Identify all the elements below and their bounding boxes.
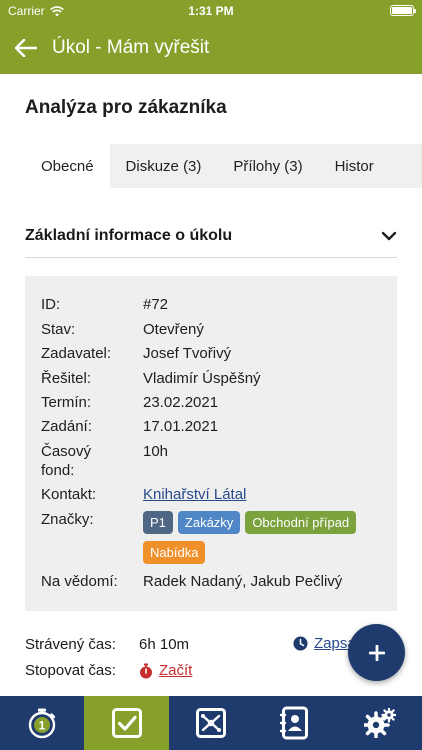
checkbox-icon: [111, 708, 142, 738]
track-time-row: Stopovat čas: Začít: [25, 662, 192, 679]
workflow-icon: [195, 708, 226, 738]
detail-label: Zadání:: [41, 418, 92, 435]
detail-label: Kontakt:: [41, 486, 97, 503]
detail-row-contact: Kontakt: Knihařství Látal: [41, 485, 246, 504]
back-button[interactable]: [0, 22, 52, 74]
detail-label: Termín:: [41, 394, 92, 411]
arrow-left-icon: [15, 39, 37, 57]
tag-list: P1 Zakázky Obchodní případ Nabídka: [143, 511, 383, 564]
nav-item-workflow[interactable]: [169, 696, 253, 750]
detail-label: Stav:: [41, 321, 76, 338]
detail-row-deadline: Termín: 23.02.2021: [41, 393, 218, 412]
contact-link[interactable]: Knihařství Látal: [143, 485, 246, 504]
detail-value: Radek Nadaný, Jakub Pečlivý: [143, 573, 343, 590]
detail-row-id: ID: #72: [41, 295, 168, 314]
spent-time-value: 6h 10m: [139, 636, 190, 653]
task-details-card: ID: #72 Stav: Otevřený Zadavatel: Josef …: [25, 276, 397, 611]
detail-label: Časový fond:: [41, 442, 143, 480]
detail-value: 23.02.2021: [143, 394, 219, 411]
plus-icon: [368, 644, 385, 661]
detail-label-line: Časový: [41, 443, 92, 460]
write-time-link[interactable]: Zapsa: [293, 635, 356, 652]
detail-label: Na vědomí:: [41, 573, 118, 590]
tag-badge: P1: [143, 511, 173, 534]
contact-book-icon: [280, 706, 309, 740]
detail-label: Řešitel:: [41, 370, 92, 387]
stopwatch-icon: [140, 663, 152, 678]
detail-row-time-fund: Časový fond: 10h: [41, 442, 168, 480]
detail-label: Zadavatel:: [41, 345, 112, 362]
detail-row-watchers: Na vědomí: Radek Nadaný, Jakub Pečlivý: [41, 572, 342, 591]
start-timer-label: Začít: [159, 662, 193, 679]
tab-bar: Obecné Diskuze (3) Přílohy (3) Histor: [25, 144, 422, 188]
timer-badge-number: 1: [39, 719, 46, 733]
start-timer-link[interactable]: Začít: [139, 662, 192, 679]
section-title: Základní informace o úkolu: [25, 226, 233, 244]
battery-icon: [390, 5, 416, 16]
section-header[interactable]: Základní informace o úkolu: [25, 214, 397, 258]
detail-row-solver: Řešitel: Vladimír Úspěšný: [41, 369, 261, 388]
status-bar: Carrier 1:31 PM: [0, 0, 422, 22]
nav-item-timer[interactable]: 1: [0, 696, 84, 750]
task-title: Analýza pro zákazníka: [25, 97, 227, 118]
detail-label: Značky:: [41, 511, 94, 528]
detail-value: 10h: [143, 443, 169, 460]
detail-row-assigned: Zadání: 17.01.2021: [41, 417, 218, 436]
detail-label-line: fond:: [41, 462, 75, 479]
chevron-down-icon[interactable]: [381, 231, 397, 241]
nav-item-settings[interactable]: [338, 696, 422, 750]
detail-value: 17.01.2021: [143, 418, 219, 435]
nav-item-contacts[interactable]: [253, 696, 337, 750]
bottom-nav: 1: [0, 696, 422, 750]
tag-badge: Obchodní případ: [245, 511, 357, 534]
detail-value: Josef Tvořivý: [143, 345, 232, 362]
tab-history[interactable]: Histor: [319, 144, 390, 188]
nav-item-tasks[interactable]: [84, 696, 169, 750]
clock: 1:31 PM: [188, 4, 234, 18]
app-bar: Úkol - Mám vyřešit: [0, 22, 422, 74]
detail-row-requester: Zadavatel: Josef Tvořivý: [41, 344, 231, 363]
detail-value: Vladimír Úspěšný: [143, 370, 261, 387]
spent-time-label: Strávený čas:: [25, 636, 116, 653]
page-title: Úkol - Mám vyřešit: [52, 37, 210, 58]
detail-row-tags: Značky:: [41, 510, 143, 529]
tag-badge: Zakázky: [177, 511, 241, 534]
spent-time-row: Strávený čas: 6h 10m: [25, 636, 189, 653]
add-button[interactable]: [348, 624, 405, 681]
clock-icon: [293, 636, 308, 651]
tab-attachments[interactable]: Přílohy (3): [217, 144, 318, 188]
detail-label: ID:: [41, 296, 61, 313]
detail-value: #72: [143, 296, 169, 313]
tag-badge: Nabídka: [143, 541, 206, 564]
detail-value: Otevřený: [143, 321, 204, 338]
stopwatch-icon: 1: [28, 708, 56, 739]
tab-general[interactable]: Obecné: [25, 144, 110, 188]
detail-row-status: Stav: Otevřený: [41, 320, 204, 339]
tab-discussion[interactable]: Diskuze (3): [110, 144, 218, 188]
gears-icon: [363, 708, 396, 738]
track-time-label: Stopovat čas:: [25, 662, 116, 679]
